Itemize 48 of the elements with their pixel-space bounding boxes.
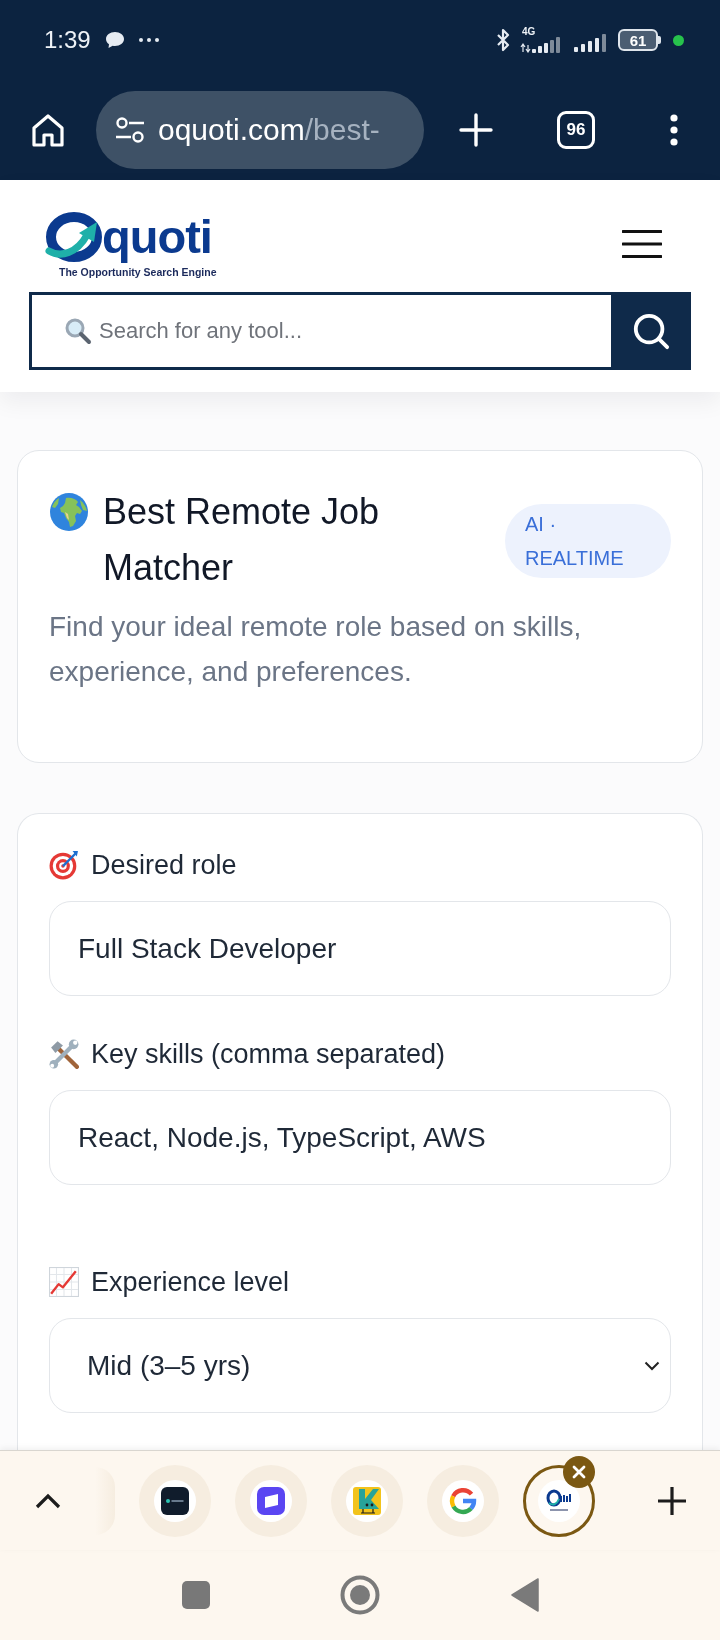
site-settings-icon[interactable] [114, 117, 146, 143]
more-dots-icon [138, 38, 159, 42]
tool-description: Find your ideal remote role based on skills, experience, and preferences. [49, 610, 583, 689]
text-field[interactable]: Full Stack Developer [49, 901, 671, 996]
tool-badge: AI · REALTIME [505, 504, 671, 578]
target-icon [49, 850, 79, 880]
caret-up-icon[interactable] [35, 1492, 61, 1509]
network-type: 4G [522, 27, 536, 37]
globe-icon [49, 492, 89, 532]
logo-tagline: The Opportunity Search Engine [59, 265, 217, 278]
url-field[interactable]: oquoti.com/best- [96, 91, 424, 169]
signal-icon [574, 34, 608, 52]
select-field[interactable]: Mid (3–5 yrs) [49, 1318, 671, 1413]
logo-icon[interactable] [44, 210, 104, 263]
bluetooth-icon [496, 28, 510, 52]
home-icon[interactable] [30, 112, 66, 148]
back-triangle-icon[interactable] [511, 1578, 539, 1612]
status-time: 1:39 [44, 26, 91, 54]
mascot-tile-icon [353, 1486, 381, 1515]
chevron-down-icon [644, 1360, 660, 1371]
chat-bubble-icon [104, 31, 125, 49]
logo-wordmark[interactable]: quoti [102, 209, 212, 264]
close-tab-button[interactable] [563, 1455, 595, 1488]
menu-icon[interactable] [622, 228, 662, 259]
new-tab-icon[interactable] [459, 113, 493, 147]
search-field[interactable]: Search for any tool... [29, 292, 611, 370]
battery-indicator: 61 [618, 29, 661, 51]
rising-chart-icon [49, 1267, 79, 1297]
status-dot-icon [673, 34, 684, 46]
recents-square-icon[interactable] [182, 1581, 210, 1609]
g-logo-icon [449, 1486, 477, 1515]
tool-title: Best Remote Job Matcher [103, 490, 381, 590]
hammer-and-wrench-icon [49, 1039, 79, 1069]
field-label: Key skills (comma separated) [91, 1038, 446, 1070]
plus-icon[interactable] [657, 1485, 687, 1516]
tab-count-button[interactable]: 96 [557, 111, 595, 149]
app-tile-icon [161, 1486, 189, 1515]
text-field[interactable]: React, Node.js, TypeScript, AWS [49, 1090, 671, 1185]
field-label: Experience level [91, 1266, 290, 1298]
field-label: Desired role [91, 849, 237, 881]
close-icon [572, 1464, 586, 1479]
search-icon [632, 312, 670, 350]
magnifier-icon [64, 317, 92, 345]
window-tile-icon [257, 1486, 285, 1515]
home-circle-icon[interactable] [340, 1575, 380, 1615]
more-menu-icon[interactable] [670, 114, 678, 146]
url-text[interactable]: oquoti.com/best- [158, 113, 380, 147]
search-button[interactable] [611, 292, 691, 370]
